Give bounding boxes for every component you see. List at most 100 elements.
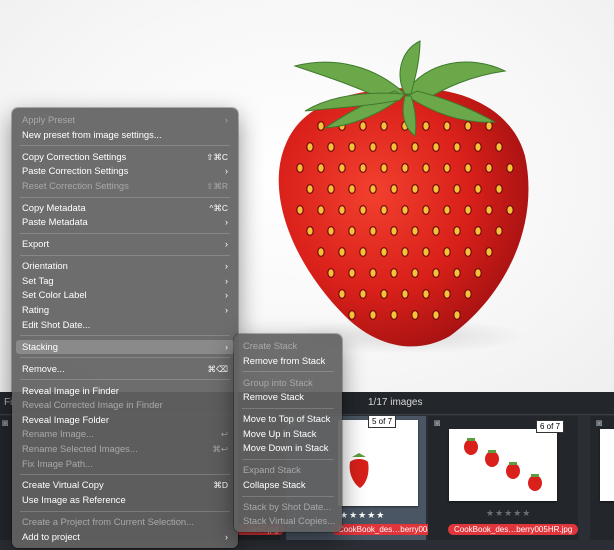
menu-separator	[242, 407, 334, 409]
seed	[390, 141, 398, 152]
menu-item-move-down-in-stack[interactable]: Move Down in Stack	[234, 441, 342, 456]
menu-separator	[242, 371, 334, 373]
menu-item-orientation[interactable]: Orientation ›	[12, 259, 238, 274]
seed	[348, 184, 356, 195]
menu-item-label: Rename Selected Images...	[22, 442, 138, 454]
filename-label: CookBook_des…berry005HR.jpg	[448, 524, 579, 535]
chevron-right-icon: ›	[225, 115, 228, 125]
menu-item-reveal-image-folder[interactable]: Reveal Image Folder	[12, 413, 238, 428]
chevron-right-icon: ›	[225, 341, 228, 352]
menu-item-stack-virtual-copies: Stack Virtual Copies...	[234, 514, 342, 529]
menu-item-copy-correction-settings[interactable]: Copy Correction Settings ⇧⌘C	[12, 150, 238, 165]
menu-item-use-image-as-reference[interactable]: Use Image as Reference	[12, 493, 238, 508]
menu-item-paste-metadata[interactable]: Paste Metadata ›	[12, 215, 238, 230]
context-menu: Apply Preset › New preset from image setti…	[12, 108, 238, 548]
seed	[464, 205, 472, 216]
menu-separator	[20, 357, 230, 359]
keyboard-shortcut: ⇧⌘C	[206, 151, 228, 162]
menu-item-add-to-project[interactable]: Add to project ›	[12, 530, 238, 545]
menu-item-label: Expand Stack	[243, 464, 301, 476]
menu-item-remove-stack[interactable]: Remove Stack	[234, 390, 342, 405]
seed	[390, 226, 398, 237]
keyboard-shortcut: ⇧⌘R	[206, 180, 228, 191]
menu-item-label: Stack Virtual Copies...	[243, 515, 336, 527]
menu-separator	[20, 196, 230, 198]
camera-icon: ◙	[434, 418, 441, 429]
menu-item-create-virtual-copy[interactable]: Create Virtual Copy ⌘D	[12, 478, 238, 493]
seed	[464, 120, 472, 131]
menu-item-stack-by-shot-date: Stack by Shot Date...	[234, 500, 342, 515]
seed	[432, 184, 440, 195]
thumbnail	[449, 429, 557, 501]
menu-item-create-a-project-from-current-selection: Create a Project from Current Selection.…	[12, 515, 238, 530]
seed	[369, 141, 377, 152]
menu-item-label: Set Tag	[22, 274, 54, 286]
seed	[453, 310, 461, 321]
menu-item-remove-from-stack[interactable]: Remove from Stack	[234, 354, 342, 369]
menu-item-label: Rename Image...	[22, 428, 94, 440]
seed	[317, 162, 325, 173]
menu-separator	[20, 335, 230, 337]
seed	[453, 226, 461, 237]
seed	[432, 268, 440, 279]
menu-item-set-color-label[interactable]: Set Color Label ›	[12, 288, 238, 303]
seed	[369, 184, 377, 195]
seed	[506, 205, 514, 216]
menu-item-remove[interactable]: Remove... ⌘⌫	[12, 362, 238, 377]
seed	[359, 247, 367, 258]
seed	[348, 310, 356, 321]
chevron-right-icon: ›	[225, 166, 228, 177]
menu-item-label: Remove Stack	[243, 391, 304, 403]
seed	[485, 120, 493, 131]
seed	[495, 226, 503, 237]
menu-item-reveal-corrected-image-in-finder: Reveal Corrected Image in Finder	[12, 398, 238, 413]
menu-item-paste-correction-settings[interactable]: Paste Correction Settings ›	[12, 164, 238, 179]
chevron-right-icon: ›	[225, 531, 228, 542]
menu-item-label: Export	[22, 238, 50, 250]
menu-item-label: Fix Image Path...	[22, 457, 93, 469]
rating-stars[interactable]: ★★★★★	[486, 508, 531, 519]
stack-badge: 6 of 7	[536, 420, 565, 433]
menu-separator	[20, 474, 230, 476]
menu-item-label: Move Down in Stack	[243, 442, 329, 454]
seed	[401, 162, 409, 173]
seed	[506, 162, 514, 173]
menu-item-label: Copy Metadata	[22, 201, 86, 213]
menu-item-new-preset-from-image-settings[interactable]: New preset from image settings...	[12, 128, 238, 143]
menu-item-rating[interactable]: Rating ›	[12, 303, 238, 318]
seed	[380, 120, 388, 131]
menu-item-reveal-image-in-finder[interactable]: Reveal Image in Finder	[12, 384, 238, 399]
menu-separator	[242, 495, 334, 497]
rating-stars[interactable]: ★★★★★	[340, 510, 385, 521]
seed	[380, 162, 388, 173]
seed	[380, 289, 388, 300]
menu-item-edit-shot-date[interactable]: Edit Shot Date...	[12, 318, 238, 333]
keyboard-shortcut: ⌘D	[213, 480, 228, 491]
menu-item-label: Paste Metadata	[22, 216, 88, 228]
menu-item-collapse-stack[interactable]: Collapse Stack	[234, 478, 342, 493]
seed	[422, 205, 430, 216]
keyboard-shortcut: ⌘⌫	[207, 363, 228, 374]
menu-item-move-up-in-stack[interactable]: Move Up in Stack	[234, 427, 342, 442]
menu-item-label: Reveal Image Folder	[22, 413, 110, 425]
filmstrip-cell[interactable]: 6 of 7 ★★★★★ CookBook_des…berry005HR.jpg	[428, 416, 579, 540]
chevron-right-icon: ›	[225, 290, 228, 301]
menu-item-label: Move Up in Stack	[243, 427, 317, 439]
menu-item-set-tag[interactable]: Set Tag ›	[12, 274, 238, 289]
seed	[359, 120, 367, 131]
menu-item-label: Copy Correction Settings	[22, 150, 127, 162]
seed	[317, 247, 325, 258]
menu-item-move-to-top-of-stack[interactable]: Move to Top of Stack	[234, 412, 342, 427]
seed	[348, 268, 356, 279]
seed	[443, 205, 451, 216]
menu-item-copy-metadata[interactable]: Copy Metadata ^⌘C	[12, 201, 238, 216]
camera-icon: ◙	[2, 418, 9, 429]
seed	[401, 289, 409, 300]
menu-item-stacking[interactable]: Stacking ›	[16, 339, 234, 355]
menu-item-export[interactable]: Export ›	[12, 237, 238, 252]
filmstrip-cell[interactable]	[590, 416, 614, 540]
keyboard-shortcut: ⌘↩	[212, 443, 228, 454]
menu-item-label: Reveal Corrected Image in Finder	[22, 399, 163, 411]
seed	[411, 268, 419, 279]
seed	[474, 184, 482, 195]
